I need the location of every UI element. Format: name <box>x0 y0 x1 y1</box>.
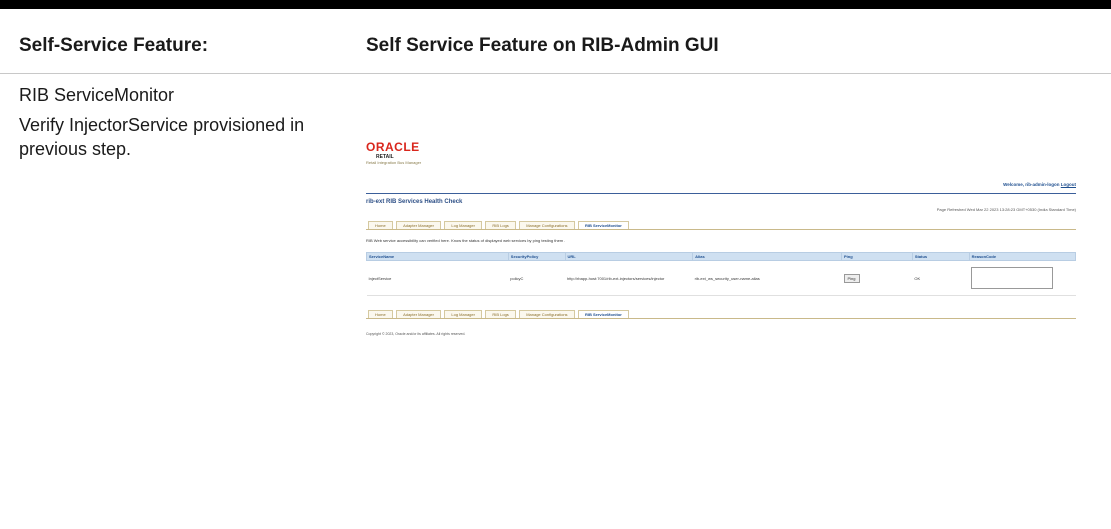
col-url: URL <box>564 252 694 261</box>
oracle-logo-text: ORACLE <box>366 140 420 154</box>
cell-reason <box>969 260 1076 296</box>
top-rule <box>0 0 1111 9</box>
feature-instruction: Verify InjectorService provisioned in pr… <box>19 115 305 159</box>
tab-log-manager[interactable]: Log Manager <box>444 310 482 318</box>
table-header-row: Self-Service Feature: Self Service Featu… <box>0 9 1111 74</box>
col-alias: Alias <box>692 252 842 261</box>
col-status: Status <box>911 252 970 261</box>
tab-bar-bottom: Home Adapter Manager Log Manager RIB Log… <box>366 310 1076 319</box>
tab-manage-configurations[interactable]: Manage Configurations <box>519 221 575 229</box>
page-description: RIB Web service accessibility can verifi… <box>366 238 566 243</box>
header-divider <box>366 193 1076 194</box>
col-servicename: ServiceName <box>366 252 509 261</box>
tab-home[interactable]: Home <box>368 221 393 229</box>
tab-log-manager[interactable]: Log Manager <box>444 221 482 229</box>
tab-rib-logs[interactable]: RIB Logs <box>485 310 516 318</box>
tab-bar-top: Home Adapter Manager Log Manager RIB Log… <box>366 221 1076 230</box>
service-table: ServiceName SecurityPolicy URL Alias Pin… <box>366 252 1077 296</box>
reasoncode-textarea[interactable] <box>971 267 1054 289</box>
cell-policy: policyC <box>508 260 566 296</box>
col-reasoncode: ReasonCode <box>968 252 1077 261</box>
tab-home[interactable]: Home <box>368 310 393 318</box>
cell-service: InjectService <box>366 260 509 296</box>
logout-link[interactable]: Logout <box>1061 182 1076 187</box>
cell-ping: Ping <box>841 260 913 296</box>
tab-rib-servicemonitor[interactable]: RIB ServiceMonitor <box>577 221 629 229</box>
header-gui-label: Self Service Feature on RIB-Admin GUI <box>366 35 719 56</box>
feature-name: RIB ServiceMonitor <box>19 85 175 105</box>
col-ping: Ping <box>841 252 913 261</box>
embedded-screenshot: ORACLE RETAIL Retail Integration Bus Man… <box>366 140 1077 345</box>
cell-status: OK <box>912 260 970 296</box>
tab-adapter-manager[interactable]: Adapter Manager <box>396 310 441 318</box>
cell-url: http://rbapp-host:7001/rib-ext-injectors… <box>565 260 693 296</box>
cell-alias: rib-ext_ws_security_user-name-alias <box>692 260 842 296</box>
tab-manage-configurations[interactable]: Manage Configurations <box>519 310 575 318</box>
product-label: Retail Integration Bus Manager <box>366 160 422 165</box>
header-feature-label: Self-Service Feature: <box>19 35 209 56</box>
table-row: InjectService policyC http://rbapp-host:… <box>366 260 1076 296</box>
welcome-bar: Welcome, rib-admin-logon Logout <box>1003 182 1076 187</box>
tab-rib-logs[interactable]: RIB Logs <box>485 221 516 229</box>
page-title: rib-ext RIB Services Health Check <box>366 199 463 205</box>
refresh-timestamp: Page Refreshed Wed Mar 22 2023 13:28:23 … <box>936 207 1076 212</box>
tab-rib-servicemonitor[interactable]: RIB ServiceMonitor <box>577 310 629 318</box>
feature-description: RIB ServiceMonitor Verify InjectorServic… <box>19 83 349 167</box>
oracle-logo: ORACLE RETAIL Retail Integration Bus Man… <box>366 140 421 165</box>
copyright: Copyright © 2023, Oracle and/or its affi… <box>366 332 466 336</box>
col-securitypolicy: SecurityPolicy <box>507 252 566 261</box>
tab-adapter-manager[interactable]: Adapter Manager <box>396 221 441 229</box>
ping-button[interactable]: Ping <box>843 273 860 283</box>
welcome-text: Welcome, rib-admin-logon <box>1003 182 1060 187</box>
